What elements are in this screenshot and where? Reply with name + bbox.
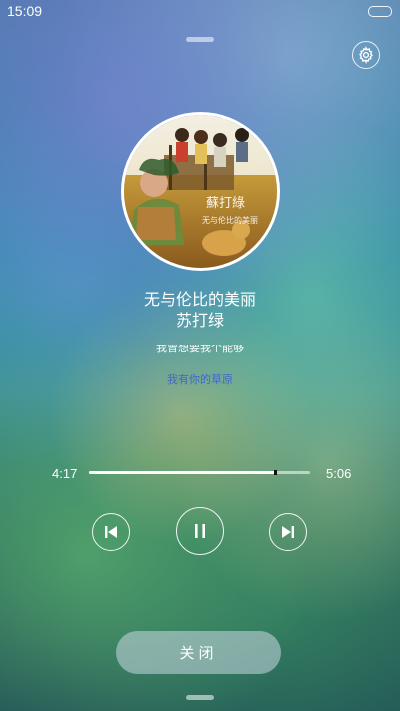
lyric-next-line: 我有你的草原	[167, 373, 233, 386]
artist-name: 苏打绿	[175, 311, 224, 330]
previous-track-button[interactable]	[92, 513, 130, 551]
skip-previous-icon	[105, 526, 117, 538]
gear-icon	[359, 46, 373, 64]
blurred-background	[0, 0, 400, 711]
settings-button[interactable]	[352, 41, 380, 69]
next-track-button[interactable]	[269, 513, 307, 551]
album-cover-subtitle: 无与伦比的美丽	[202, 215, 258, 225]
total-duration: 5:06	[326, 466, 352, 481]
drag-handle-bottom[interactable]	[186, 695, 214, 700]
drag-handle-top[interactable]	[186, 37, 214, 42]
skip-next-icon	[282, 526, 294, 538]
pause-icon	[195, 524, 205, 538]
progress-slider[interactable]	[89, 470, 310, 475]
song-title: 无与伦比的美丽	[143, 290, 256, 309]
progress-thumb[interactable]	[273, 470, 277, 475]
album-cover-title: 蘇打綠	[206, 196, 245, 211]
status-time: 15:09	[7, 3, 43, 19]
battery-icon	[368, 6, 392, 17]
status-bar: 15:09	[0, 0, 400, 24]
close-button[interactable]: 关闭	[116, 631, 281, 674]
progress-fill	[89, 471, 275, 474]
lyric-previous-line: 我曾想要我个能够	[156, 345, 244, 354]
pause-button[interactable]	[176, 507, 224, 555]
album-art: 蘇打綠 无与伦比的美丽	[121, 112, 280, 271]
elapsed-time: 4:17	[52, 466, 78, 481]
